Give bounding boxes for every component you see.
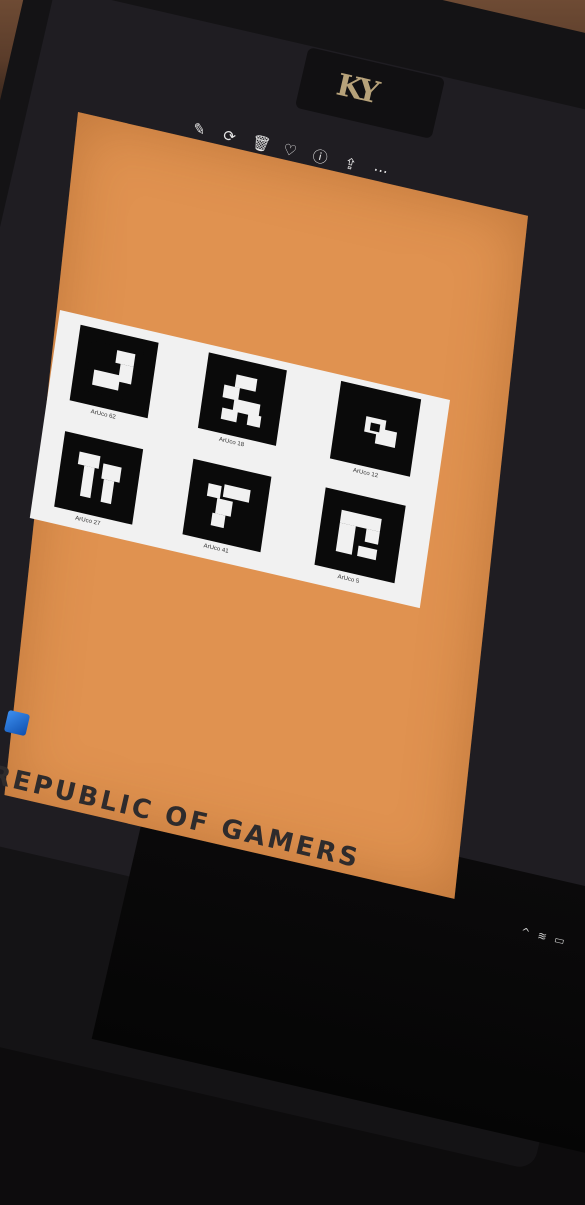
marker-label: ArUco 12 [352, 467, 379, 480]
share-icon[interactable]: ⇪ [341, 154, 360, 174]
marker-label: ArUco 18 [218, 436, 245, 449]
favorite-icon[interactable]: ♡ [280, 140, 299, 161]
marker-label: ArUco 62 [90, 409, 117, 421]
battery-icon[interactable]: ▭ [553, 932, 566, 947]
chevron-up-icon[interactable]: ^ [520, 925, 532, 940]
aruco-marker [69, 324, 159, 419]
more-icon[interactable]: ··· [371, 161, 390, 182]
delete-icon[interactable]: 🗑 [250, 133, 273, 155]
aruco-marker [54, 431, 144, 525]
aruco-marker [314, 487, 406, 584]
aruco-marker [182, 458, 272, 553]
marker-label: ArUco 5 [337, 574, 360, 585]
marker-label: ArUco 41 [203, 543, 229, 555]
aruco-marker [329, 380, 422, 477]
marker-label: ArUco 27 [74, 515, 101, 528]
wifi-icon[interactable]: ≋ [536, 929, 548, 944]
info-icon[interactable]: ⓘ [311, 147, 330, 168]
aruco-marker [197, 352, 287, 446]
edit-icon[interactable]: ✎ [190, 119, 209, 139]
rotate-icon[interactable]: ⟳ [220, 126, 239, 146]
